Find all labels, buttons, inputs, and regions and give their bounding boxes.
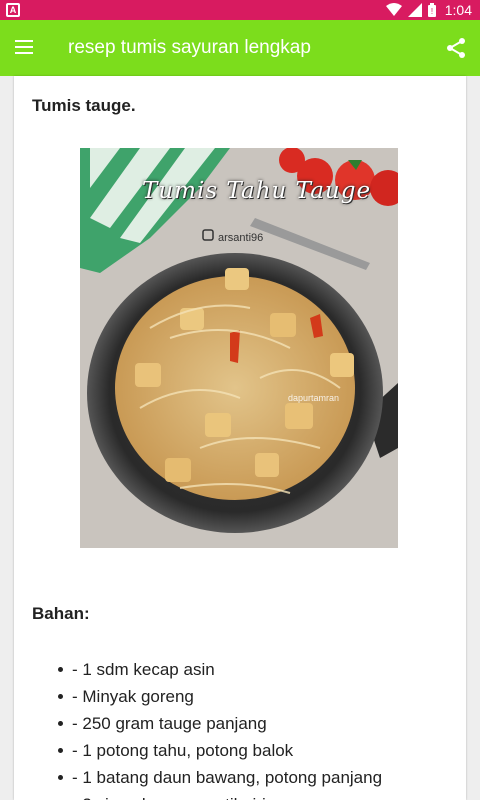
list-item: - 250 gram tauge panjang — [58, 710, 458, 737]
list-item: - 1 potong tahu, potong balok — [58, 737, 458, 764]
app-bar: resep tumis sayuran lengkap — [0, 20, 480, 76]
status-bar: A ! 1:04 — [0, 0, 480, 20]
signal-icon — [408, 3, 422, 17]
wifi-icon — [386, 3, 402, 16]
photo-watermark: dapurtamran — [288, 393, 340, 403]
app-notification-icon: A — [6, 3, 20, 17]
recipe-photo-graphic — [80, 148, 398, 548]
article-heading: Tumis tauge. — [32, 96, 136, 115]
battery-icon: ! — [428, 3, 436, 17]
photo-handle: arsanti96 — [218, 232, 264, 244]
app-title: resep tumis sayuran lengkap — [68, 37, 311, 58]
ingredients-title: Bahan: — [32, 604, 90, 623]
list-item: - 3 siung bawang putih, iris — [58, 791, 458, 800]
list-item: - 1 batang daun bawang, potong panjang — [58, 764, 458, 791]
article-content[interactable]: Tumis tauge. Tumis Tahu Tauge arsanti96 … — [14, 76, 466, 800]
photo-caption: Tumis Tahu Tauge — [142, 178, 372, 204]
menu-icon[interactable] — [12, 36, 36, 60]
ingredients-list: - 1 sdm kecap asin - Minyak goreng - 250… — [58, 656, 458, 800]
share-icon[interactable] — [444, 36, 468, 60]
list-item: - 1 sdm kecap asin — [58, 656, 458, 683]
svg-text:!: ! — [431, 7, 433, 16]
status-icons: ! — [386, 3, 436, 17]
clock: 1:04 — [444, 2, 472, 18]
recipe-photo: Tumis Tahu Tauge arsanti96 dapurtamran — [80, 148, 398, 548]
list-item: - Minyak goreng — [58, 683, 458, 710]
